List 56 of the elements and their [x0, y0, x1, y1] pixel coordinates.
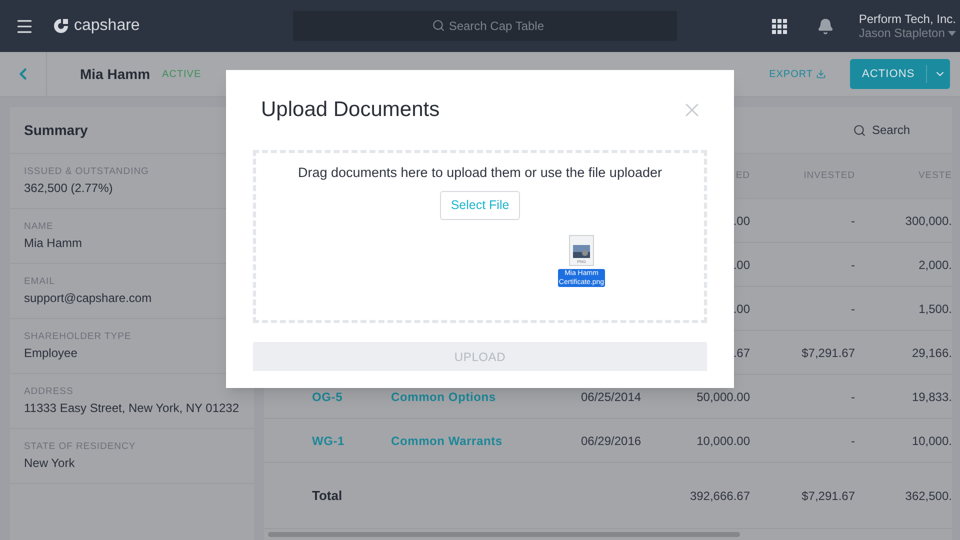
search-icon[interactable]: [852, 124, 866, 136]
table-cell-text: .00: [733, 212, 750, 230]
grant-link[interactable]: OG-5: [312, 390, 343, 404]
field-value: Mia Hamm: [24, 235, 84, 252]
summary-title: Summary: [24, 120, 88, 140]
security-link[interactable]: Common Options: [391, 390, 496, 404]
table-cell-text: 300,000.: [905, 212, 952, 230]
logo-icon: [52, 17, 70, 35]
table-cell-text: -: [851, 256, 855, 274]
field-value: 362,500 (2.77%): [24, 180, 114, 198]
table-cell-text: -: [851, 432, 855, 450]
table-cell-text: 29,166.: [912, 344, 952, 362]
table-cell-text: 2,000.: [918, 256, 952, 274]
scrollbar[interactable]: [268, 532, 740, 537]
export-button[interactable]: EXPORT: [769, 66, 826, 82]
table-cell-text: 1,500.: [918, 300, 952, 318]
search-field[interactable]: Search Cap Table: [292, 11, 677, 41]
table-cell: 06/29/2016: [581, 434, 642, 448]
table-cell-text: 19,833.: [912, 388, 952, 406]
table-cell-text: $7,291.67: [802, 488, 855, 504]
shareholder-name: Mia Hamm: [80, 64, 150, 84]
field-value: New York: [24, 455, 76, 472]
field-value: support@capshare.com: [24, 290, 153, 308]
actions-button[interactable]: ACTIONS: [850, 59, 950, 89]
table-cell-text: $7,291.67: [802, 344, 855, 362]
table-cell-text: 392,666.67: [690, 488, 750, 504]
bell-icon[interactable]: [816, 18, 834, 34]
table-cell-text: -: [851, 300, 855, 318]
table-cell-text: -: [851, 212, 855, 230]
organization-name: Perform Tech, Inc.: [858, 12, 956, 26]
search-icon: [432, 19, 445, 32]
table-cell-text: .00: [733, 300, 750, 318]
table-search[interactable]: Search: [872, 121, 910, 139]
table-cell-text: 50,000.00: [696, 388, 750, 406]
brand-name[interactable]: capshare: [74, 14, 140, 38]
user-name[interactable]: Jason Stapleton: [858, 26, 945, 40]
table-cell-text: 10,000.: [912, 432, 952, 450]
upload-button: UPLOAD: [253, 342, 707, 371]
dialog-title: Upload Documents: [261, 97, 440, 124]
field-value: 11333 Easy Street, New York, NY 01232: [24, 400, 240, 418]
table-cell-text: .67: [733, 344, 750, 362]
table-cell-text: -: [851, 388, 855, 406]
table-cell-text: .00: [733, 256, 750, 274]
caret-icon[interactable]: [948, 30, 956, 36]
drop-hint: Drag documents here to upload them or use the file uploader: [298, 164, 662, 182]
status-label: ACTIVE: [162, 68, 202, 82]
apps-grid-icon[interactable]: [772, 18, 787, 34]
table-cell-text: 362,500.: [905, 488, 952, 504]
table-cell: 06/25/2014: [581, 390, 642, 404]
table-cell-text: 10,000.00: [696, 432, 750, 450]
download-icon: [816, 69, 826, 79]
grant-link[interactable]: WG-1: [312, 434, 345, 448]
select-file-button[interactable]: Select File: [440, 191, 520, 220]
security-link[interactable]: Common Warrants: [391, 434, 502, 448]
field-value: Employee: [24, 345, 78, 362]
total-label: Total: [312, 488, 342, 502]
